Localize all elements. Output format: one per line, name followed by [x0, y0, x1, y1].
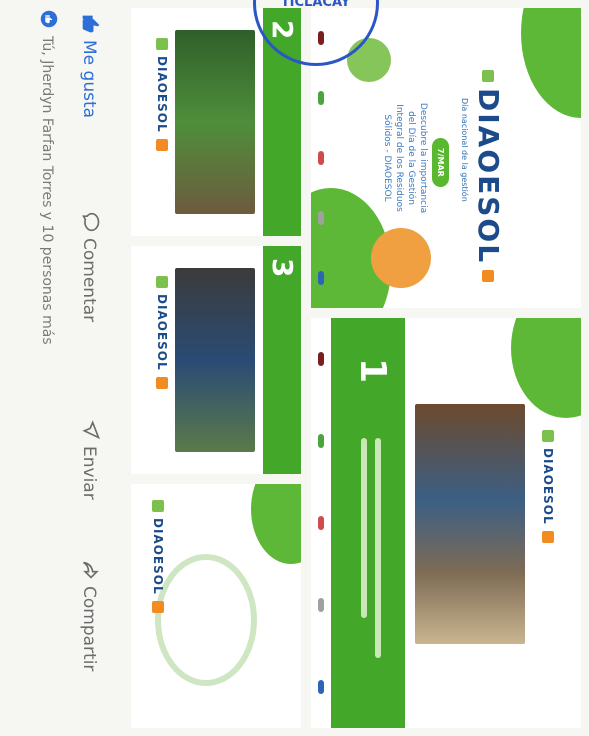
- main-tagline: Día nacional de la gestión: [460, 98, 469, 202]
- sponsor-logo-icon: [318, 271, 324, 285]
- share-button[interactable]: Compartir: [77, 560, 102, 671]
- card3-green-top: [263, 246, 301, 474]
- card1-number: 1: [352, 358, 393, 384]
- thumbs-up-icon: [77, 14, 102, 34]
- card1-text-line: [361, 438, 367, 618]
- logo-square-icon: [542, 530, 554, 543]
- card1-text-line: [375, 438, 381, 658]
- share-label: Compartir: [79, 586, 99, 672]
- card3-brand: DIAOESOL: [155, 294, 169, 371]
- main-brand: DIAOESOL: [472, 88, 505, 265]
- logo-square-icon: [542, 430, 554, 442]
- sponsor-logo-icon: [318, 211, 324, 225]
- like-reaction-icon: [36, 10, 58, 28]
- send-label: Enviar: [79, 446, 99, 500]
- card3-logo: DIAOESOL: [155, 276, 169, 389]
- date-badge-text: 7/MAR: [432, 138, 449, 187]
- sponsor-logo-icon: [318, 352, 324, 366]
- logo-square-icon: [152, 600, 164, 613]
- logo-square-icon: [482, 270, 495, 283]
- comment-icon: [77, 212, 102, 232]
- main-text-line: Integral de los Residuos: [394, 104, 404, 212]
- screenshot-page: DIAOESOL Día nacional de la gestión 7/MA…: [0, 0, 589, 736]
- reactions-text: Tú, Jherdyn Farfan Torres y 10 personas …: [39, 36, 55, 345]
- share-icon: [77, 560, 102, 580]
- post-card-3[interactable]: 3 DIAOESOL: [131, 246, 301, 474]
- send-icon: [77, 420, 102, 440]
- main-text-line: del Día de la Gestión: [406, 111, 416, 205]
- logo-square-icon: [152, 500, 164, 512]
- comment-label: Comentar: [79, 238, 99, 323]
- post-actions: Me gusta Comentar Enviar Compartir: [69, 0, 109, 736]
- send-button[interactable]: Enviar: [77, 420, 102, 500]
- card1-photo: [415, 404, 525, 644]
- sponsor-logo-icon: [318, 151, 324, 165]
- post-card-1[interactable]: DIAOESOL 1: [311, 318, 581, 728]
- like-label: Me gusta: [79, 40, 99, 119]
- sponsor-logo-icon: [318, 434, 324, 448]
- main-text-line: Descubre la importancia: [418, 102, 428, 214]
- card3-photo: [175, 268, 255, 452]
- reactions-summary[interactable]: Tú, Jherdyn Farfan Torres y 10 personas …: [33, 0, 61, 736]
- sponsor-logo-icon: [318, 516, 324, 530]
- like-button[interactable]: Me gusta: [77, 14, 102, 118]
- logo-square-icon: [156, 38, 168, 50]
- decor-blob: [521, 8, 581, 118]
- rotated-content: DIAOESOL Día nacional de la gestión 7/MA…: [0, 0, 589, 736]
- main-text: Descubre la importancia del Día de la Ge…: [381, 68, 429, 248]
- card1-logo: DIAOESOL: [541, 430, 555, 543]
- comment-button[interactable]: Comentar: [77, 212, 102, 322]
- food-illustration: [371, 228, 431, 288]
- card2-photo: [175, 30, 255, 214]
- card2-brand: DIAOESOL: [155, 56, 169, 133]
- decor-blob: [251, 484, 301, 564]
- sponsor-logo-icon: [318, 91, 324, 105]
- stamp-text: TICLACAY: [281, 0, 351, 11]
- sponsor-logo-icon: [318, 598, 324, 612]
- cycle-diagram-icon: [155, 554, 257, 686]
- main-text-line: Sólidos - DIAOESOL: [382, 114, 392, 202]
- main-logo: DIAOESOL: [472, 70, 505, 283]
- sponsor-logo-icon: [318, 680, 324, 694]
- logo-square-icon: [482, 70, 495, 82]
- card1-sponsors-strip: [311, 318, 331, 728]
- logo-square-icon: [156, 376, 168, 389]
- card4-brand: DIAOESOL: [151, 518, 165, 595]
- decor-blob: [511, 318, 581, 418]
- card1-green-panel: 1: [331, 318, 405, 728]
- card3-number: 3: [266, 258, 299, 278]
- card4-logo: DIAOESOL: [151, 500, 165, 613]
- card2-logo: DIAOESOL: [155, 38, 169, 151]
- logo-square-icon: [156, 138, 168, 151]
- post-card-4[interactable]: DIAOESOL: [131, 484, 301, 728]
- date-badge: 7/MAR: [432, 138, 453, 187]
- logo-square-icon: [156, 276, 168, 288]
- card1-brand: DIAOESOL: [541, 448, 555, 525]
